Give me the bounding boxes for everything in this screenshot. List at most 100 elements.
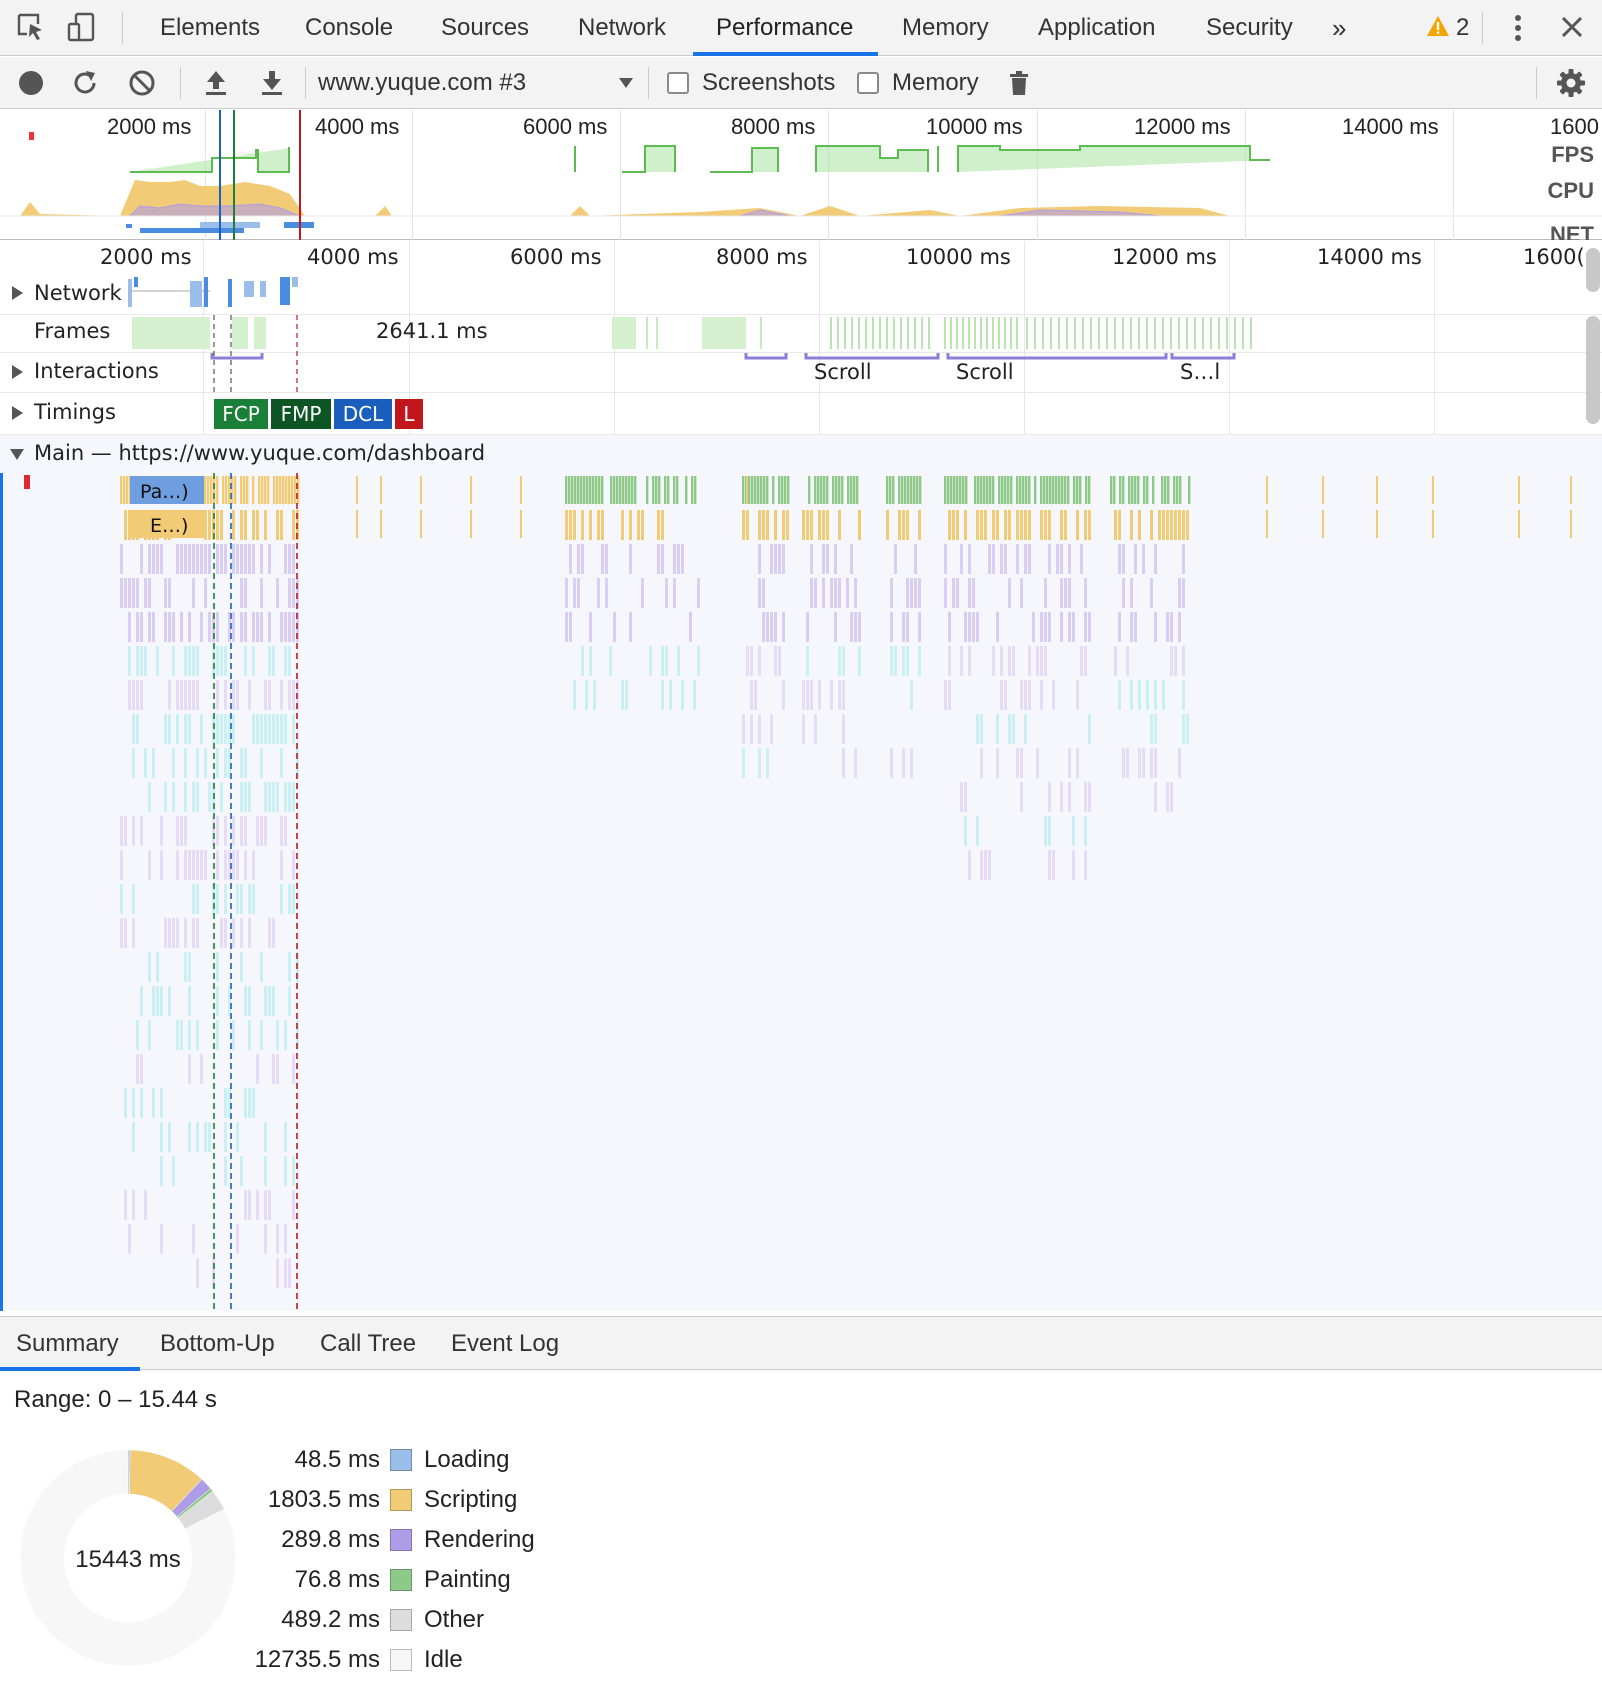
flame-bar (196, 544, 199, 574)
memory-checkbox[interactable] (857, 72, 879, 94)
flame-bar (1152, 476, 1155, 504)
flame-bar (968, 578, 971, 608)
flame-bar (1058, 476, 1061, 504)
flame-bar (260, 578, 263, 608)
warning-count[interactable]: 2 (1456, 0, 1469, 56)
flame-bar (898, 476, 901, 504)
flame-bar (1088, 714, 1091, 744)
flame-bar (998, 476, 1001, 504)
flame-bar (292, 544, 295, 574)
flame-bar (830, 578, 833, 608)
more-tabs-button[interactable]: » (1332, 0, 1346, 56)
flame-bar (573, 680, 576, 710)
warning-icon[interactable] (1426, 14, 1450, 38)
flame-bar (1044, 646, 1047, 676)
save-profile-icon[interactable] (257, 68, 287, 98)
flame-bar (232, 1020, 235, 1050)
inspect-element-icon[interactable] (16, 12, 46, 42)
legend-value: 12735.5 ms (254, 1646, 380, 1673)
tab-bottom-up[interactable]: Bottom-Up (160, 1317, 275, 1371)
flame-bar (232, 918, 235, 948)
flame-bar (1137, 476, 1140, 504)
kebab-menu-icon[interactable] (1508, 12, 1528, 44)
reload-record-icon[interactable] (70, 68, 100, 98)
legend-swatch (390, 1609, 412, 1631)
flame-bar (802, 714, 805, 744)
flame-bar (208, 782, 211, 812)
flame-bar (959, 476, 962, 504)
flame-bar (188, 714, 191, 744)
tab-event-log[interactable]: Event Log (451, 1317, 559, 1371)
screenshots-label[interactable]: Screenshots (702, 57, 835, 109)
load-profile-icon[interactable] (201, 68, 231, 98)
chevron-down-icon[interactable] (618, 77, 634, 89)
flame-bar (216, 612, 219, 642)
flame-bar (1060, 782, 1063, 812)
flame-bar (244, 748, 247, 778)
tab-application[interactable]: Application (1038, 0, 1155, 56)
flame-bar (380, 476, 382, 504)
flame-bar (284, 1156, 287, 1186)
tab-summary[interactable]: Summary (16, 1317, 119, 1371)
flame-bar (228, 986, 231, 1016)
flame-bar (814, 578, 817, 608)
record-icon[interactable] (16, 68, 46, 98)
flame-bar (264, 476, 267, 504)
flame-bar (996, 748, 999, 778)
flame-bar (1170, 646, 1173, 676)
flame-bar (763, 476, 766, 504)
flame-bar (224, 646, 227, 676)
flame-bar (1154, 612, 1157, 642)
flame-bar (196, 884, 199, 914)
flame-bar (276, 782, 279, 812)
flame-bar (136, 714, 139, 744)
flame-bar (248, 986, 251, 1016)
flame-bar (1154, 714, 1157, 744)
main-flame-chart[interactable]: Pa…) E…) (0, 473, 1602, 1311)
flame-bar (952, 578, 955, 608)
legend-name: Rendering (424, 1526, 535, 1553)
tab-call-tree[interactable]: Call Tree (320, 1317, 416, 1371)
tab-network[interactable]: Network (578, 0, 666, 56)
flame-bar (1024, 544, 1027, 574)
tab-console[interactable]: Console (305, 0, 393, 56)
clear-icon[interactable] (127, 68, 157, 98)
flame-bar (1176, 476, 1179, 504)
tab-performance[interactable]: Performance (716, 0, 853, 56)
flame-bar (902, 646, 905, 676)
gear-icon[interactable] (1556, 68, 1586, 98)
tab-security[interactable]: Security (1206, 0, 1293, 56)
profile-select[interactable]: www.yuque.com #3 (318, 57, 526, 109)
flame-bar (268, 646, 271, 676)
tab-sources[interactable]: Sources (441, 0, 529, 56)
flame-bar (658, 476, 661, 504)
trash-icon[interactable] (1004, 68, 1034, 98)
screenshots-checkbox[interactable] (667, 72, 689, 94)
close-icon[interactable] (1560, 15, 1584, 39)
flame-bar (886, 476, 889, 504)
flame-bar (597, 578, 600, 608)
flame-bar (1060, 510, 1063, 540)
flame-bar (774, 510, 777, 540)
main-thread-header[interactable]: Main — https://www.yuque.com/dashboard (0, 435, 1602, 473)
flame-bar (1049, 476, 1052, 504)
flame-bar (585, 680, 588, 710)
flame-bar (774, 612, 777, 642)
flame-bar (470, 510, 472, 538)
flame-bar (268, 986, 271, 1016)
tab-elements[interactable]: Elements (160, 0, 260, 56)
memory-label[interactable]: Memory (892, 57, 979, 109)
flame-bar (126, 476, 129, 504)
collapse-triangle-icon[interactable] (10, 449, 24, 460)
flame-bar (1008, 578, 1011, 608)
device-toolbar-icon[interactable] (66, 12, 96, 42)
flame-bar (120, 918, 123, 948)
tab-memory[interactable]: Memory (902, 0, 989, 56)
flame-bar (1044, 510, 1047, 540)
flame-bar (240, 510, 243, 540)
timeline-overview[interactable]: 2000 ms 4000 ms 6000 ms 8000 ms 10000 ms… (0, 110, 1602, 240)
flame-bar (1073, 476, 1076, 504)
flame-bar (1084, 646, 1087, 676)
flame-bar (204, 748, 207, 778)
flame-bar (1004, 476, 1007, 504)
